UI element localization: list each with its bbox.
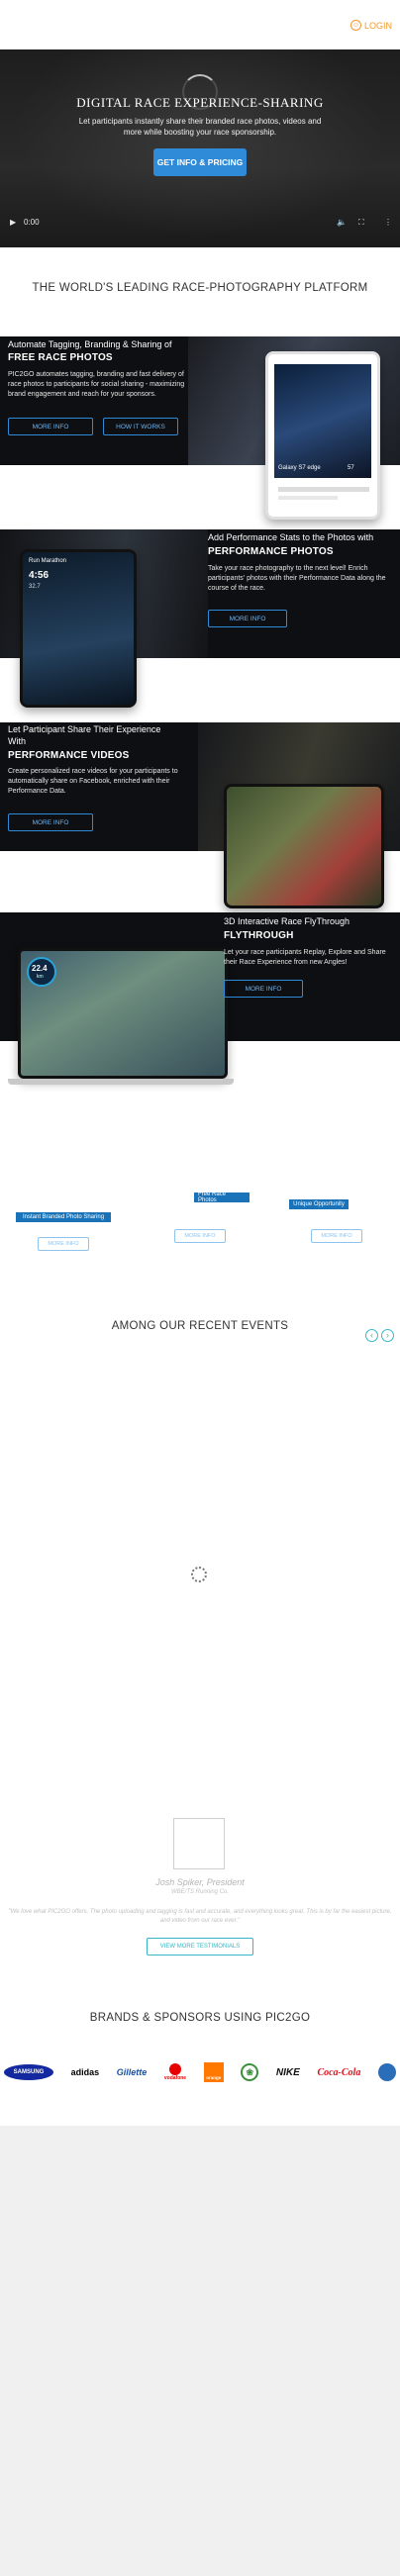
coca-cola-logo: Coca-Cola <box>317 2066 361 2078</box>
phone-mockup: Galaxy S7 edge 57 <box>265 351 380 520</box>
video-screen-photo <box>227 787 381 906</box>
feature-1-more-info-button[interactable]: MORE INFO <box>8 418 93 435</box>
get-info-pricing-button[interactable]: GET INFO & PRICING <box>153 148 247 176</box>
feature-1-body: PIC2GO automates tagging, branding and f… <box>8 371 185 398</box>
phone-social-bar <box>278 487 369 492</box>
feature-2-lead: Add Performance Stats to the Photos with <box>208 532 374 542</box>
feature-3-lead: Let Participant Share Their Experience W… <box>8 724 161 746</box>
events-title: AMONG OUR RECENT EVENTS <box>111 1320 289 1332</box>
offer-1-tag: Instant Branded Photo Sharing <box>16 1212 111 1222</box>
leaf-logo: ❀ <box>241 2063 259 2081</box>
feature-3-title: PERFORMANCE VIDEOS <box>8 750 130 761</box>
fullscreen-icon[interactable]: ⛶ <box>358 218 364 228</box>
laptop-mockup: 22.4 km <box>18 948 228 1079</box>
phone-caption: Galaxy S7 edge <box>278 465 321 471</box>
offer-1-more-info-button[interactable]: MORE INFO <box>38 1237 89 1251</box>
feature-4-more-info-button[interactable]: MORE INFO <box>224 980 303 998</box>
video-tablet-mockup <box>224 784 384 908</box>
feature-1-title: FREE RACE PHOTOS <box>8 352 113 363</box>
tablet-value: 4:56 <box>29 570 50 581</box>
events-loading-icon <box>191 1567 207 1582</box>
offer-2-tag: Free Race Photos <box>194 1192 250 1203</box>
gauge-unit: km <box>37 974 44 980</box>
nike-logo: NIKE <box>275 2066 300 2078</box>
login-label: LOGIN <box>363 20 392 31</box>
feature-1-how-it-works-button[interactable]: HOW IT WORKS <box>103 418 178 435</box>
user-icon: ☺ <box>350 20 361 31</box>
volume-icon[interactable]: 🔈 <box>337 218 347 227</box>
tablet-label: Run Marathon <box>29 558 67 564</box>
laptop-base <box>8 1079 234 1085</box>
gauge-value: 22.4 <box>32 964 48 973</box>
testimonial-quote: "We love what PIC2GO offers. The photo u… <box>8 1909 392 1924</box>
more-options-icon[interactable]: ⋮ <box>384 218 392 227</box>
testimonial-name: Josh Spiker, President <box>155 1877 245 1887</box>
feature-3-more-info-button[interactable]: MORE INFO <box>8 813 93 831</box>
tablet-mockup: Run Marathon 4:56 32.7 <box>20 549 137 708</box>
sponsor-globe-logo <box>377 2063 396 2081</box>
platform-title: THE WORLD'S LEADING RACE-PHOTOGRAPHY PLA… <box>32 282 368 294</box>
events-next-arrow[interactable]: › <box>381 1329 394 1342</box>
login-link[interactable]: ☺ LOGIN <box>350 20 392 31</box>
vodafone-logo: vodafone <box>164 2063 186 2081</box>
phone-screen-photo <box>274 364 371 478</box>
offer-3-tag: Unique Opportunity <box>289 1199 349 1209</box>
brand-logos: SAMSUNG adidas Gillette vodafone orange … <box>4 2058 396 2086</box>
events-prev-arrow[interactable]: ‹ <box>365 1329 378 1342</box>
feature-4-lead: 3D Interactive Race FlyThrough <box>224 916 350 926</box>
brands-title: BRANDS & SPONSORS USING PIC2GO <box>89 2012 311 2024</box>
feature-1-lead: Automate Tagging, Branding & Sharing of <box>8 339 172 349</box>
top-bar: ☺ LOGIN <box>0 0 400 49</box>
testimonial-avatar <box>173 1818 225 1869</box>
view-more-testimonials-button[interactable]: VIEW MORE TESTIMONIALS <box>147 1938 253 1956</box>
video-time: 0:00 <box>24 218 40 227</box>
testimonial-role: WBE/TS Running Co. <box>170 1889 230 1895</box>
feature-3-body: Create personalized race videos for your… <box>8 768 178 795</box>
offer-2-more-info-button[interactable]: MORE INFO <box>174 1229 226 1243</box>
feature-4-title: FLYTHROUGH <box>224 930 294 941</box>
adidas-logo: adidas <box>70 2067 100 2077</box>
feature-2-more-info-button[interactable]: MORE INFO <box>208 610 287 627</box>
feature-2-title: PERFORMANCE PHOTOS <box>208 546 334 557</box>
hero-title: DIGITAL RACE EXPERIENCE-SHARING <box>76 95 324 110</box>
tablet-km: 32.7 <box>29 584 41 590</box>
gillette-logo: Gillette <box>116 2067 148 2077</box>
footer <box>0 2126 400 2576</box>
feature-4-body: Let your race participants Replay, Explo… <box>224 949 386 966</box>
phone-value: 57 <box>348 465 354 471</box>
orange-logo: orange <box>203 2062 224 2082</box>
phone-social-line <box>278 496 338 500</box>
offer-3-more-info-button[interactable]: MORE INFO <box>311 1229 362 1243</box>
samsung-logo: SAMSUNG <box>4 2064 53 2080</box>
play-icon[interactable]: ▶ <box>10 218 16 227</box>
hero-subtitle: Let participants instantly share their b… <box>78 117 322 137</box>
feature-2-body: Take your race photography to the next l… <box>208 565 386 592</box>
